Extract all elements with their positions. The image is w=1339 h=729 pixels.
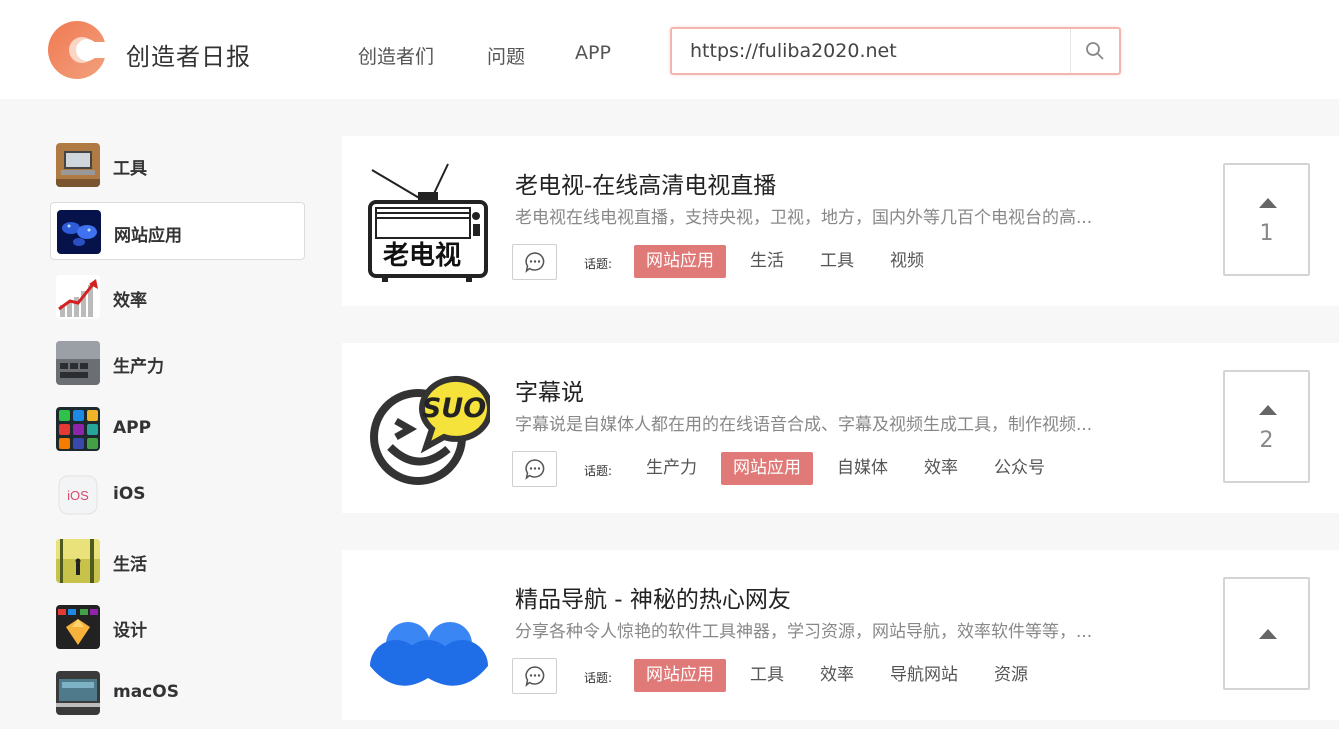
world-map-icon — [57, 210, 101, 254]
search-box — [670, 27, 1121, 75]
upvote-button[interactable]: 2 — [1223, 370, 1310, 483]
comment-button[interactable] — [512, 451, 557, 487]
card-description: 字幕说是自媒体人都在用的在线语音合成、字幕及视频生成工具，制作视频... — [515, 415, 1093, 435]
search-input[interactable] — [672, 29, 1070, 73]
brand-name[interactable]: 创造者日报 — [126, 37, 251, 72]
card-description: 分享各种令人惊艳的软件工具神器，学习资源，网站导航，效率软件等等，... — [515, 622, 1093, 642]
comment-icon — [524, 252, 544, 273]
macbook-icon — [56, 671, 100, 715]
suo-logo-text: SUO — [422, 393, 486, 424]
comment-button[interactable] — [512, 244, 557, 280]
tag-official-account[interactable]: 公众号 — [982, 452, 1057, 485]
upvote-button[interactable] — [1223, 577, 1310, 690]
comment-button[interactable] — [512, 658, 557, 694]
sidebar-item-label: 效率 — [113, 291, 147, 311]
card-title[interactable]: 老电视-在线高清电视直播 — [515, 166, 776, 200]
app-grid-icon — [56, 407, 100, 451]
sidebar-item-web-apps[interactable]: 网站应用 — [50, 202, 305, 260]
nav-questions[interactable]: 问题 — [487, 42, 525, 69]
product-card: 老电视 老电视-在线高清电视直播 老电视在线电视直播，支持央视，卫视，地方，国内… — [342, 136, 1339, 306]
tv-logo-text: 老电视 — [383, 241, 461, 271]
product-card: SUO 字幕说 字幕说是自媒体人都在用的在线语音合成、字幕及视频生成工具，制作视… — [342, 343, 1339, 513]
tag-list: 网站应用 工具 效率 导航网站 资源 — [634, 659, 1052, 692]
tag-resources[interactable]: 资源 — [982, 659, 1040, 692]
upvote-button[interactable]: 1 — [1223, 163, 1310, 276]
tag-tools[interactable]: 工具 — [738, 659, 796, 692]
tag-video[interactable]: 视频 — [878, 245, 936, 278]
topic-label: 话题: — [584, 257, 613, 271]
sidebar-item-design[interactable]: 设计 — [50, 598, 305, 656]
subtitle-say-logo-icon[interactable]: SUO — [366, 367, 493, 491]
forest-walk-icon — [56, 539, 100, 583]
sidebar-item-life[interactable]: 生活 — [50, 532, 305, 590]
tag-web-apps[interactable]: 网站应用 — [721, 452, 813, 485]
upvote-arrow-icon — [1259, 405, 1277, 415]
topic-label: 话题: — [584, 464, 613, 478]
search-icon — [1086, 42, 1104, 60]
sidebar-item-label: iOS — [113, 484, 146, 504]
card-title[interactable]: 字幕说 — [515, 373, 584, 407]
product-card: 精品导航 - 神秘的热心网友 分享各种令人惊艳的软件工具神器，学习资源，网站导航… — [342, 550, 1339, 720]
sidebar-item-label: 设计 — [113, 621, 147, 641]
sidebar-item-ios[interactable]: iOS iOS — [50, 466, 305, 524]
tag-efficiency[interactable]: 效率 — [808, 659, 866, 692]
search-button[interactable] — [1070, 29, 1119, 73]
tag-web-apps[interactable]: 网站应用 — [634, 659, 726, 692]
sidebar-item-label: 工具 — [113, 159, 147, 179]
sidebar-item-label: 网站应用 — [114, 226, 182, 246]
tag-nav-sites[interactable]: 导航网站 — [878, 659, 970, 692]
cloud-logo-icon[interactable] — [366, 574, 490, 698]
vote-count: 1 — [1259, 221, 1274, 246]
old-tv-logo-icon[interactable]: 老电视 — [366, 160, 490, 284]
vote-count: 2 — [1259, 428, 1274, 453]
sidebar-item-app[interactable]: APP — [50, 400, 305, 458]
tag-list: 生产力 网站应用 自媒体 效率 公众号 — [634, 452, 1069, 485]
c-logo-icon[interactable] — [48, 20, 108, 80]
sidebar-item-tools[interactable]: 工具 — [50, 136, 305, 194]
tag-efficiency[interactable]: 效率 — [912, 452, 970, 485]
sidebar-item-productivity[interactable]: 生产力 — [50, 334, 305, 392]
tag-life[interactable]: 生活 — [738, 245, 796, 278]
topic-label: 话题: — [584, 671, 613, 685]
tag-productivity[interactable]: 生产力 — [634, 452, 709, 485]
upvote-arrow-icon — [1259, 198, 1277, 208]
ios-icon: iOS — [56, 473, 100, 517]
nav-app[interactable]: APP — [575, 42, 611, 64]
sidebar-item-label: APP — [113, 418, 152, 438]
laptop-desk-icon — [56, 143, 100, 187]
sidebar-item-label: 生活 — [113, 555, 147, 575]
card-title[interactable]: 精品导航 - 神秘的热心网友 — [515, 580, 791, 614]
upvote-arrow-icon — [1259, 629, 1277, 639]
sidebar-item-label: 生产力 — [113, 357, 164, 377]
svg-text:iOS: iOS — [67, 488, 89, 503]
comment-icon — [524, 459, 544, 480]
tag-web-apps[interactable]: 网站应用 — [634, 245, 726, 278]
tag-self-media[interactable]: 自媒体 — [825, 452, 900, 485]
card-description: 老电视在线电视直播，支持央视，卫视，地方，国内外等几百个电视台的高... — [515, 208, 1093, 228]
nav-creators[interactable]: 创造者们 — [358, 42, 434, 69]
keyboard-icon — [56, 341, 100, 385]
sidebar-item-label: macOS — [113, 682, 179, 702]
sketch-icon — [56, 605, 100, 649]
growth-chart-icon — [56, 275, 100, 319]
top-header: 创造者日报 创造者们 问题 APP — [0, 0, 1339, 99]
sidebar-item-macos[interactable]: macOS — [50, 664, 305, 722]
tag-list: 网站应用 生活 工具 视频 — [634, 245, 948, 278]
tag-tools[interactable]: 工具 — [808, 245, 866, 278]
sidebar-item-efficiency[interactable]: 效率 — [50, 268, 305, 326]
comment-icon — [524, 666, 544, 687]
